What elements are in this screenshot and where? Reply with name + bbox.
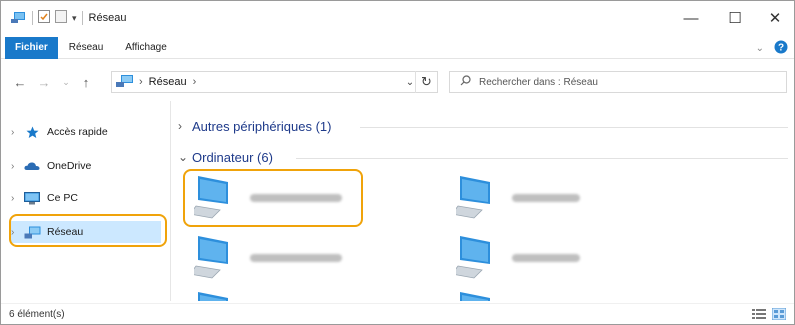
group-label: Autres périphériques (1) — [192, 118, 332, 134]
ribbon-tabs: Fichier Réseau Affichage ⌄ ? — [1, 36, 794, 59]
arrow-up-icon: ↑ — [82, 74, 90, 90]
refresh-icon: ↻ — [421, 74, 432, 89]
chevron-down-icon: ⌄ — [178, 150, 189, 164]
minimize-icon: — — [683, 9, 699, 27]
svg-text:?: ? — [778, 43, 784, 54]
new-folder-icon[interactable] — [55, 10, 67, 26]
group-divider — [296, 158, 788, 159]
chevron-right-icon[interactable]: › — [193, 76, 197, 88]
chevron-right-icon[interactable]: › — [11, 127, 23, 138]
navigation-pane: › Accès rapide › OneDrive › Ce PC › Rése… — [1, 101, 171, 301]
group-label: Ordinateur (6) — [192, 149, 273, 165]
back-button[interactable]: ← — [9, 71, 31, 93]
separator — [32, 11, 33, 25]
monitor-icon — [23, 191, 41, 205]
status-bar: 6 élément(s) — [1, 303, 794, 324]
computer-name-blurred — [250, 254, 342, 262]
nav-item-label: OneDrive — [47, 160, 92, 172]
computer-name-blurred — [512, 254, 580, 262]
computer-tile[interactable] — [456, 289, 626, 301]
computer-icon — [194, 290, 238, 301]
search-icon — [460, 75, 471, 89]
up-button[interactable]: ↑ — [75, 71, 97, 93]
properties-icon[interactable] — [38, 10, 50, 26]
chevron-down-icon: ⌄ — [62, 76, 70, 87]
group-divider — [360, 127, 788, 128]
chevron-right-icon[interactable]: › — [11, 161, 23, 172]
large-icons-view-icon[interactable] — [771, 307, 787, 323]
ribbon-right-controls: ⌄ ? — [756, 40, 788, 57]
chevron-right-icon: › — [139, 76, 143, 88]
nav-item-ce-pc[interactable]: › Ce PC — [11, 187, 161, 209]
view-switcher — [752, 307, 787, 323]
qat-dropdown-icon[interactable]: ▾ — [72, 13, 77, 24]
cloud-icon — [23, 159, 41, 173]
nav-item-acces-rapide[interactable]: › Accès rapide — [11, 121, 161, 143]
quick-access-toolbar: ▾ — [11, 10, 83, 27]
computer-icon — [451, 174, 500, 223]
forward-button[interactable]: → — [33, 71, 55, 93]
chevron-right-icon[interactable]: › — [11, 193, 23, 204]
arrow-right-icon: → — [37, 74, 51, 90]
item-count: 6 élément(s) — [9, 309, 65, 320]
chevron-down-icon: ⌄ — [405, 76, 415, 88]
details-view-icon[interactable] — [752, 308, 766, 323]
tab-affichage[interactable]: Affichage — [114, 37, 178, 59]
highlight-ring-reseau — [9, 214, 167, 247]
star-icon — [23, 125, 41, 139]
address-row: ← → ⌄ ↑ › Réseau › ⌄ ↻ Rechercher dans :… — [1, 65, 794, 99]
breadcrumb-reseau[interactable]: Réseau — [149, 76, 187, 88]
computer-tile[interactable] — [194, 289, 364, 301]
address-bar[interactable]: › Réseau › — [111, 71, 438, 93]
explorer-window: ▾ Réseau — ☐ ✕ Fichier Réseau Affichage … — [0, 0, 795, 325]
computer-icon — [451, 234, 500, 283]
chevron-right-icon: › — [178, 119, 182, 133]
nav-item-label: Accès rapide — [47, 126, 108, 138]
nav-item-label: Ce PC — [47, 192, 78, 204]
close-icon: ✕ — [768, 10, 782, 27]
maximize-button[interactable]: ☐ — [713, 1, 757, 35]
computer-tile[interactable] — [451, 233, 626, 283]
search-placeholder: Rechercher dans : Réseau — [479, 76, 598, 88]
network-app-icon — [11, 10, 27, 27]
minimize-button[interactable]: — — [669, 1, 713, 35]
expand-ribbon-icon[interactable]: ⌄ — [756, 43, 764, 54]
highlight-ring-computer — [183, 169, 363, 227]
computer-tile[interactable] — [451, 173, 626, 223]
title-bar: ▾ Réseau — ☐ ✕ — [1, 1, 794, 35]
help-icon[interactable]: ? — [774, 40, 788, 57]
computer-icon — [456, 290, 500, 301]
computer-name-blurred — [512, 194, 580, 202]
tab-reseau[interactable]: Réseau — [58, 37, 114, 59]
separator — [81, 11, 83, 25]
network-icon — [116, 74, 134, 91]
refresh-button[interactable]: ↻ — [415, 71, 437, 93]
search-box[interactable]: Rechercher dans : Réseau — [449, 71, 787, 93]
group-header-ordinateur[interactable]: ⌄ Ordinateur (6) — [178, 146, 273, 168]
tab-fichier[interactable]: Fichier — [5, 36, 58, 59]
computer-icon — [189, 234, 238, 283]
maximize-icon: ☐ — [728, 10, 742, 27]
group-header-autres-peripheriques[interactable]: › Autres périphériques (1) — [178, 115, 331, 137]
content-pane: › Autres périphériques (1) ⌄ Ordinateur … — [172, 101, 794, 301]
nav-item-onedrive[interactable]: › OneDrive — [11, 155, 161, 177]
window-title: Réseau — [88, 12, 127, 24]
close-button[interactable]: ✕ — [753, 1, 794, 35]
recent-locations-button[interactable]: ⌄ — [55, 71, 77, 93]
arrow-left-icon: ← — [13, 74, 27, 90]
computer-tile[interactable] — [189, 233, 364, 283]
